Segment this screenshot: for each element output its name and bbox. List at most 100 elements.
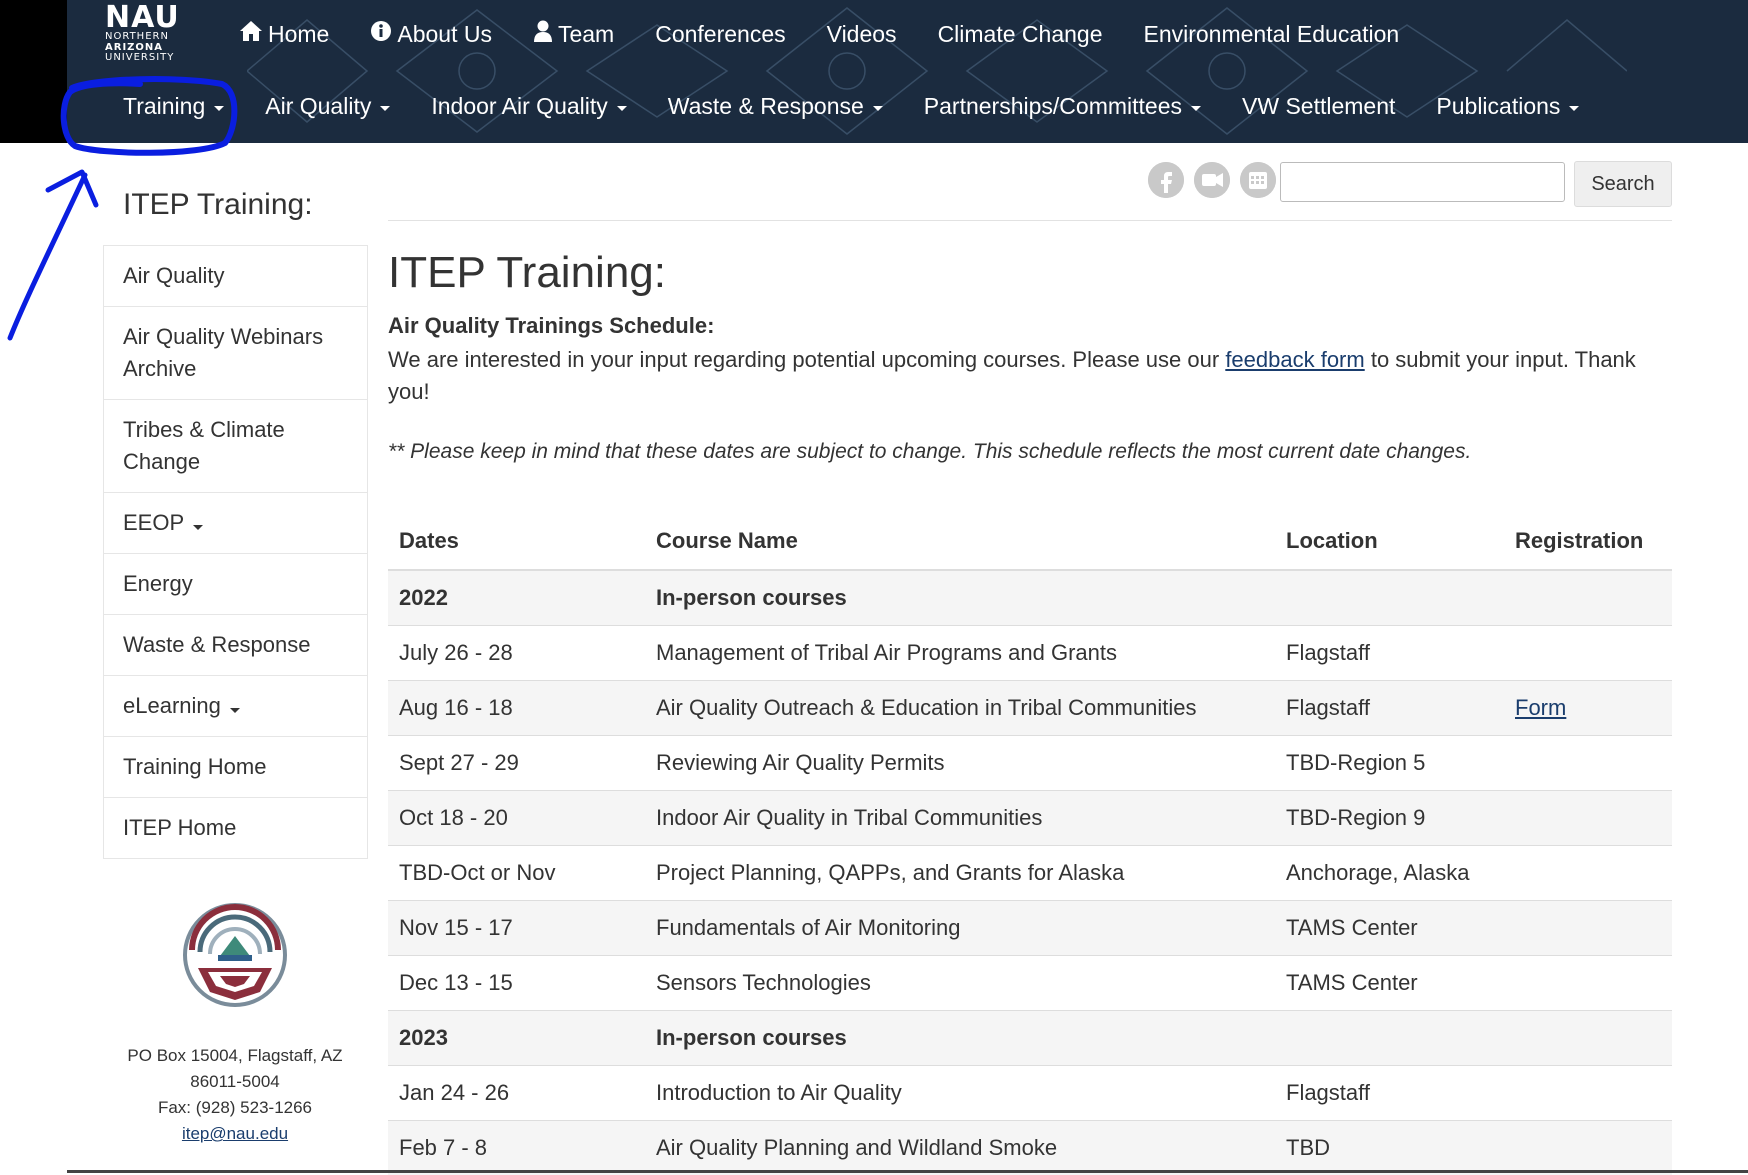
cell-course: In-person courses bbox=[645, 570, 1275, 626]
logo-line3: UNIVERSITY bbox=[105, 53, 197, 63]
cell-course: Fundamentals of Air Monitoring bbox=[645, 901, 1275, 956]
sidebar-item-elearning-label: eLearning bbox=[123, 693, 221, 718]
annotation-arrow-shaft bbox=[10, 175, 85, 338]
menu-partnerships-label: Partnerships/Committees bbox=[924, 93, 1182, 120]
nav-videos[interactable]: Videos bbox=[827, 20, 897, 48]
cell-dates: Feb 7 - 8 bbox=[388, 1121, 645, 1175]
search-button[interactable]: Search bbox=[1574, 161, 1672, 207]
caret-down-icon bbox=[214, 106, 224, 111]
table-row: Aug 16 - 18 Air Quality Outreach & Educa… bbox=[388, 681, 1672, 736]
facebook-icon[interactable] bbox=[1148, 162, 1184, 198]
cell-course: In-person courses bbox=[645, 1011, 1275, 1066]
itep-seal-logo bbox=[180, 900, 290, 1010]
caret-down-icon bbox=[1569, 106, 1579, 111]
video-icon[interactable] bbox=[1194, 162, 1230, 198]
cell-registration bbox=[1504, 901, 1672, 956]
cell-dates: Nov 15 - 17 bbox=[388, 901, 645, 956]
table-row: Dec 13 - 15 Sensors Technologies TAMS Ce… bbox=[388, 956, 1672, 1011]
sidebar-item-webinars-archive[interactable]: Air Quality Webinars Archive bbox=[104, 306, 367, 399]
schedule-note: ** Please keep in mind that these dates … bbox=[388, 440, 1471, 464]
menu-training[interactable]: Training bbox=[123, 93, 224, 120]
training-schedule-table: Dates Course Name Location Registration … bbox=[388, 513, 1672, 1175]
nav-home[interactable]: Home bbox=[239, 20, 329, 48]
header-dates: Dates bbox=[388, 513, 645, 570]
cell-registration bbox=[1504, 1066, 1672, 1121]
cell-dates: July 26 - 28 bbox=[388, 626, 645, 681]
annotation-arrow-head bbox=[48, 172, 96, 205]
cell-dates: Aug 16 - 18 bbox=[388, 681, 645, 736]
cell-course: Indoor Air Quality in Tribal Communities bbox=[645, 791, 1275, 846]
cell-course: Reviewing Air Quality Permits bbox=[645, 736, 1275, 791]
cell-course: Introduction to Air Quality bbox=[645, 1066, 1275, 1121]
caret-down-icon bbox=[1191, 106, 1201, 111]
cell-course: Air Quality Planning and Wildland Smoke bbox=[645, 1121, 1275, 1175]
cell-registration bbox=[1504, 626, 1672, 681]
logo-text: NAU bbox=[105, 4, 197, 32]
social-icons bbox=[1148, 162, 1276, 198]
logo-line1: NORTHERN bbox=[105, 32, 197, 42]
screen-border-left bbox=[0, 0, 67, 143]
sidebar-item-training-home[interactable]: Training Home bbox=[104, 736, 367, 797]
table-row: TBD-Oct or Nov Project Planning, QAPPs, … bbox=[388, 846, 1672, 901]
nav-team[interactable]: Team bbox=[533, 20, 614, 48]
cell-location: TAMS Center bbox=[1275, 956, 1504, 1011]
cell-dates: Sept 27 - 29 bbox=[388, 736, 645, 791]
table-row: Jan 24 - 26 Introduction to Air Quality … bbox=[388, 1066, 1672, 1121]
cell-registration bbox=[1504, 791, 1672, 846]
nav-team-label: Team bbox=[558, 21, 614, 48]
menu-vw-settlement[interactable]: VW Settlement bbox=[1242, 93, 1395, 120]
page-title: ITEP Training: bbox=[388, 248, 666, 298]
sidebar-nav: Air Quality Air Quality Webinars Archive… bbox=[103, 245, 368, 859]
cell-registration bbox=[1504, 1011, 1672, 1066]
table-header-row: Dates Course Name Location Registration bbox=[388, 513, 1672, 570]
cell-location: Flagstaff bbox=[1275, 681, 1504, 736]
feedback-form-link[interactable]: feedback form bbox=[1225, 347, 1364, 372]
nav-about-label: About Us bbox=[397, 21, 492, 48]
header-location: Location bbox=[1275, 513, 1504, 570]
sidebar-item-elearning[interactable]: eLearning bbox=[104, 675, 367, 736]
cell-dates: TBD-Oct or Nov bbox=[388, 846, 645, 901]
sidebar-title: ITEP Training: bbox=[123, 188, 313, 222]
nav-environmental-education[interactable]: Environmental Education bbox=[1143, 20, 1399, 48]
email-link[interactable]: itep@nau.edu bbox=[182, 1124, 288, 1143]
table-row: Feb 7 - 8 Air Quality Planning and Wildl… bbox=[388, 1121, 1672, 1175]
cell-registration bbox=[1504, 846, 1672, 901]
cell-registration: Form bbox=[1504, 681, 1672, 736]
sidebar-item-itep-home[interactable]: ITEP Home bbox=[104, 797, 367, 858]
cell-location bbox=[1275, 570, 1504, 626]
home-icon bbox=[239, 20, 263, 48]
cell-course: Sensors Technologies bbox=[645, 956, 1275, 1011]
content-divider bbox=[388, 220, 1672, 221]
menu-training-label: Training bbox=[123, 93, 205, 120]
menu-partnerships[interactable]: Partnerships/Committees bbox=[924, 93, 1201, 120]
cell-location bbox=[1275, 1011, 1504, 1066]
header-course-name: Course Name bbox=[645, 513, 1275, 570]
sidebar-item-waste-response[interactable]: Waste & Response bbox=[104, 614, 367, 675]
menu-publications[interactable]: Publications bbox=[1436, 93, 1579, 120]
cell-registration bbox=[1504, 956, 1672, 1011]
nav-conferences[interactable]: Conferences bbox=[655, 20, 785, 48]
nav-about-us[interactable]: About Us bbox=[370, 20, 492, 48]
sidebar-item-air-quality[interactable]: Air Quality bbox=[104, 246, 367, 306]
sidebar-item-eeop[interactable]: EEOP bbox=[104, 492, 367, 553]
intro-text-start: We are interested in your input regardin… bbox=[388, 347, 1225, 372]
sidebar-item-energy[interactable]: Energy bbox=[104, 553, 367, 614]
cell-course: Air Quality Outreach & Education in Trib… bbox=[645, 681, 1275, 736]
menu-indoor-air-quality[interactable]: Indoor Air Quality bbox=[431, 93, 626, 120]
menu-air-quality[interactable]: Air Quality bbox=[265, 93, 390, 120]
table-group-row: 2022 In-person courses bbox=[388, 570, 1672, 626]
cell-dates: 2023 bbox=[388, 1011, 645, 1066]
menu-waste-response[interactable]: Waste & Response bbox=[668, 93, 883, 120]
sidebar-item-tribes-climate[interactable]: Tribes & Climate Change bbox=[104, 399, 367, 492]
menu-publications-label: Publications bbox=[1436, 93, 1560, 120]
calendar-icon[interactable] bbox=[1240, 162, 1276, 198]
caret-down-icon bbox=[617, 106, 627, 111]
nav-climate-change[interactable]: Climate Change bbox=[938, 20, 1103, 48]
menu-vw-settlement-label: VW Settlement bbox=[1242, 93, 1395, 120]
top-navigation: Home About Us Team Conferences Videos Cl… bbox=[239, 20, 1440, 48]
registration-form-link[interactable]: Form bbox=[1515, 695, 1566, 720]
cell-location: TBD-Region 5 bbox=[1275, 736, 1504, 791]
nau-logo[interactable]: NAU NORTHERN ARIZONA UNIVERSITY bbox=[105, 4, 197, 70]
search-input[interactable] bbox=[1280, 162, 1565, 202]
cell-dates: Oct 18 - 20 bbox=[388, 791, 645, 846]
